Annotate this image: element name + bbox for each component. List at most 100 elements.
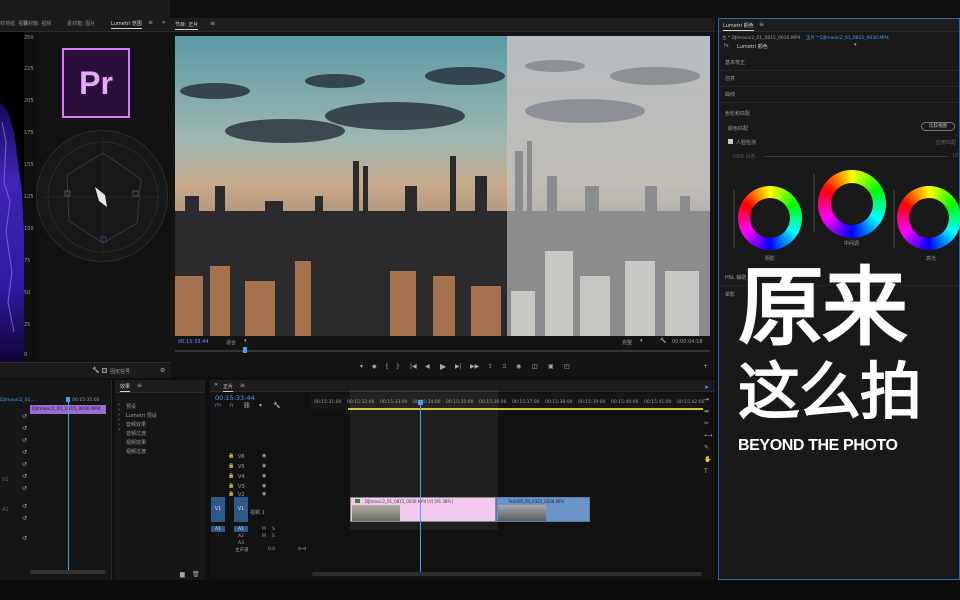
tab-bin-video[interactable]: 素材箱: 视频 — [23, 20, 51, 27]
master-meter-icon[interactable]: ⊳⊲ — [298, 547, 306, 552]
lock-v4-icon[interactable]: 🔒 — [228, 474, 234, 479]
track-a1-mute[interactable]: M — [262, 527, 266, 532]
reset-icon-9[interactable]: ↺ — [22, 516, 27, 522]
hdr-slider[interactable] — [764, 156, 948, 157]
effects-item-lumetri-presets[interactable]: Lumetri 预设 — [126, 412, 157, 419]
eye-v5-icon[interactable]: ◉ — [262, 464, 266, 469]
next-frame-icon[interactable]: ▶| — [455, 364, 462, 370]
reset-icon-5[interactable]: ↺ — [22, 462, 27, 468]
eye-v6-icon[interactable]: ◉ — [262, 454, 266, 459]
effects-item-video-transitions[interactable]: 视频过渡 — [126, 448, 146, 455]
effect-select[interactable]: Lumetri 颜色 — [737, 43, 768, 50]
lumetri-section-creative[interactable]: 创意 — [719, 71, 959, 87]
step-back-icon[interactable]: |◀ — [410, 364, 417, 370]
lumetri-section-basic[interactable]: 基本校正 — [719, 55, 959, 71]
hand-tool-icon[interactable]: ✋ — [704, 457, 711, 463]
safe-checkbox[interactable] — [102, 368, 107, 373]
tab-sequence[interactable]: 正片 — [223, 383, 234, 392]
track-v4[interactable]: V4 — [238, 474, 245, 480]
highlights-wheel-slider[interactable] — [893, 190, 895, 248]
export-frame-icon[interactable]: ◉ — [516, 364, 521, 370]
razor-tool-icon[interactable]: ✂ — [704, 421, 709, 427]
track-a2-mute[interactable]: M — [262, 534, 266, 539]
type-tool-icon[interactable]: T — [704, 469, 708, 475]
linked-selection-icon[interactable]: ⛓ — [243, 403, 251, 409]
timeline-menu-icon[interactable]: ≡ — [240, 383, 245, 389]
nest-icon[interactable]: ⩋ — [215, 403, 221, 409]
folder-chevron-icon[interactable]: › › › › › › — [118, 403, 120, 433]
lift-icon[interactable]: ⇪ — [488, 364, 493, 370]
delete-icon[interactable]: 🗑 — [192, 572, 200, 578]
add-marker-icon[interactable]: ◆ — [372, 364, 377, 370]
pen-tool-icon[interactable]: ✎ — [704, 445, 709, 451]
effects-item-presets[interactable]: 预设 — [126, 403, 136, 410]
comparison-view-icon[interactable]: ◫ — [532, 364, 538, 370]
selection-tool-icon[interactable]: ➤ — [704, 385, 709, 391]
step-forward-icon[interactable]: ▶▶ — [470, 364, 479, 370]
shadows-wheel[interactable] — [738, 186, 802, 250]
add-marker-tl-icon[interactable]: ▾ — [259, 403, 262, 409]
midtones-wheel[interactable] — [818, 170, 886, 238]
reset-icon-1[interactable]: ↺ — [22, 414, 27, 420]
track-v1-target[interactable]: V1 — [234, 497, 248, 522]
compare-view-button[interactable]: 比较视图 — [921, 122, 955, 131]
reset-icon-6[interactable]: ↺ — [22, 474, 27, 480]
lumetri-section-wheels[interactable]: 色轮和匹配 — [719, 108, 959, 120]
lock-v6-icon[interactable]: 🔒 — [228, 454, 234, 459]
lock-v3-icon[interactable]: 🔒 — [228, 484, 234, 489]
tab-lumetri-color[interactable]: Lumetri 颜色 — [723, 22, 754, 31]
tab-effects[interactable]: 效果 — [120, 383, 131, 392]
lumetri-master-path[interactable]: 主 * DJImavic2_01_0815_0030.MP4 — [722, 35, 800, 41]
program-menu-icon[interactable]: ≡ — [210, 21, 215, 27]
new-bin-icon[interactable]: ▆ — [180, 572, 185, 578]
reset-icon-10[interactable]: ↺ — [22, 536, 27, 542]
tab-lumetri-scopes[interactable]: Lumetri 范围 — [111, 20, 142, 29]
reset-icon-3[interactable]: ↺ — [22, 438, 27, 444]
lumetri-section-curves[interactable]: 曲线 — [719, 87, 959, 103]
more-tabs-icon[interactable]: » — [162, 20, 166, 26]
source-patch-a1[interactable]: A1 — [211, 526, 225, 532]
source-track-v1[interactable]: V1 — [2, 477, 9, 483]
track-select-tool-icon[interactable]: ⇥ — [704, 397, 709, 403]
reset-icon-4[interactable]: ↺ — [22, 450, 27, 456]
program-playhead[interactable] — [243, 347, 247, 353]
program-timecode[interactable]: 00:15:33:44 — [178, 339, 209, 345]
effect-dropdown-icon[interactable]: ▾ — [854, 43, 857, 48]
go-to-in-icon[interactable]: } — [396, 364, 400, 370]
track-a1-target[interactable]: A1 — [234, 526, 248, 532]
clip-v1-second[interactable]: fx0000_00_0325_0028.MP4 — [496, 497, 590, 522]
highlights-wheel[interactable] — [897, 186, 960, 250]
track-a3[interactable]: A3 — [238, 541, 244, 546]
prev-frame-icon[interactable]: ◀ — [425, 364, 430, 370]
track-a1-solo[interactable]: S — [272, 527, 275, 532]
program-video[interactable] — [175, 36, 710, 336]
snap-icon[interactable]: ∩ — [229, 403, 233, 409]
program-quality-select[interactable]: 完整 — [622, 339, 632, 346]
timeline-timecode[interactable]: 00:15:33:44 — [215, 394, 255, 402]
lock-v5-icon[interactable]: 🔒 — [228, 464, 234, 469]
ripple-edit-tool-icon[interactable]: ⇹ — [704, 409, 709, 415]
safe-margins-icon[interactable]: ▣ — [548, 364, 554, 370]
timeline-settings-icon[interactable]: 🔧 — [273, 403, 280, 409]
extract-icon[interactable]: ⇫ — [502, 364, 507, 370]
program-scrubber[interactable] — [175, 350, 710, 352]
track-v6[interactable]: V6 — [238, 454, 245, 460]
lumetri-sequence-path[interactable]: 正片 * DJImavic2_01_0815_0030.MP4 — [806, 35, 889, 41]
apply-match-button[interactable]: 应用匹配 — [936, 139, 956, 146]
tab-bin-image[interactable]: 素材箱: 图片 — [67, 20, 95, 27]
eye-v2-icon[interactable]: ◉ — [262, 492, 266, 497]
panel-menu-icon[interactable]: ≡ — [148, 20, 153, 26]
lumetri-menu-icon[interactable]: ≡ — [759, 22, 764, 28]
track-a2-solo[interactable]: S — [272, 534, 275, 539]
program-fit-select[interactable]: 适合 — [226, 339, 236, 346]
eye-v3-icon[interactable]: ◉ — [262, 484, 266, 489]
track-a2[interactable]: A2 — [238, 534, 244, 539]
shadows-wheel-slider[interactable] — [733, 190, 735, 248]
close-tab-icon[interactable]: ✕ — [214, 383, 218, 388]
clip-v1-main[interactable]: DJImavic2_01_0815_0030.MP4 [V] [91.38%] — [350, 497, 496, 522]
source-patch-v1[interactable]: V1 — [211, 497, 225, 522]
midtones-wheel-slider[interactable] — [813, 174, 815, 232]
track-v5[interactable]: V5 — [238, 464, 245, 470]
face-detect-checkbox[interactable] — [728, 139, 733, 144]
source-clip-label[interactable]: DJImavic2_01_... — [0, 398, 37, 403]
